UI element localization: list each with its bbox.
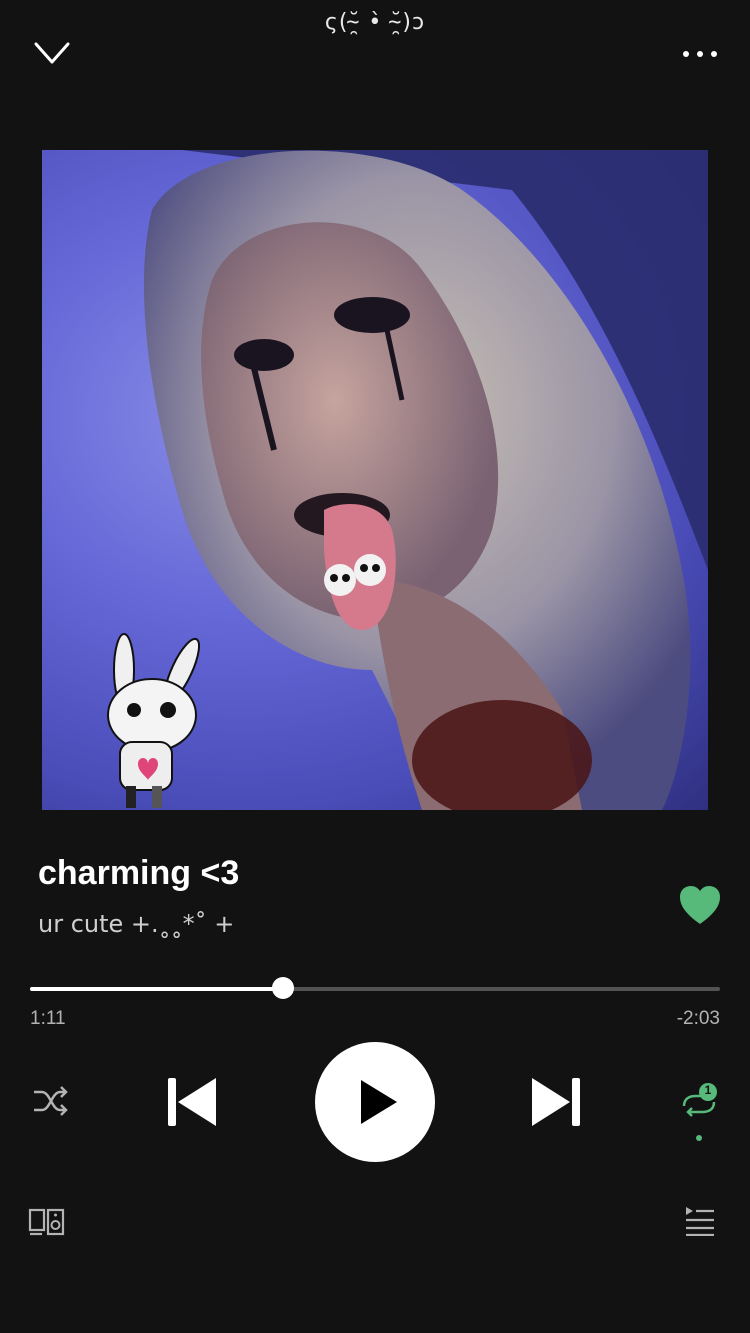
- play-icon: [361, 1080, 397, 1124]
- remaining-time: -2:03: [676, 1008, 720, 1029]
- album-artwork: [42, 150, 708, 810]
- skip-next-icon[interactable]: [528, 1074, 584, 1130]
- repeat-badge: 1: [704, 1083, 712, 1097]
- connect-devices-icon[interactable]: [28, 1206, 66, 1238]
- elapsed-time: 1:11: [30, 1008, 66, 1029]
- progress-fill: [30, 987, 283, 991]
- playlist-title: ς(˘̴̯ •̀ ˘̴̯)ↄ: [324, 10, 426, 35]
- progress-bar[interactable]: [30, 977, 720, 999]
- skip-previous-icon[interactable]: [164, 1074, 220, 1130]
- progress-thumb[interactable]: [271, 977, 294, 999]
- more-horizontal-icon[interactable]: [680, 44, 720, 64]
- shuffle-icon[interactable]: [30, 1082, 72, 1120]
- play-button[interactable]: [315, 1042, 435, 1162]
- repeat-one-icon[interactable]: 1: [676, 1080, 722, 1144]
- heart-icon[interactable]: [678, 884, 722, 926]
- queue-icon[interactable]: [684, 1204, 716, 1237]
- chevron-down-icon[interactable]: [30, 38, 74, 70]
- now-playing-header: ς(˘̴̯ •̀ ˘̴̯)ↄ: [0, 0, 750, 110]
- track-artist[interactable]: ur cute +.˳˳*˚ +: [38, 910, 234, 938]
- track-title[interactable]: charming <3: [38, 854, 239, 893]
